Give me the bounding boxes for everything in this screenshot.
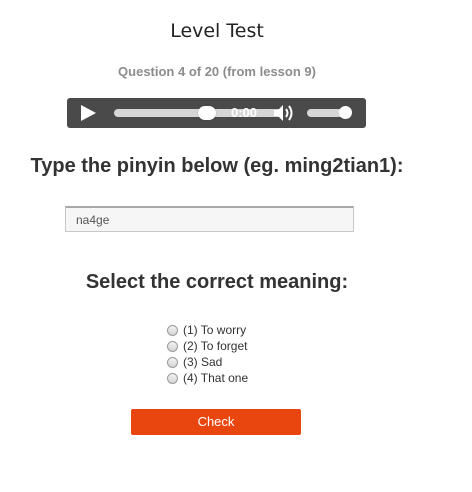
radio-button[interactable] [167,340,178,352]
volume-icon[interactable] [273,103,295,123]
audio-player: 0:00 [67,98,366,128]
option-4[interactable]: (4) That one [167,370,248,386]
radio-button[interactable] [167,372,178,384]
option-label: (4) That one [183,371,249,385]
time-display: 0:00 [231,105,258,120]
question-counter: Question 4 of 20 (from lesson 9) [118,64,316,79]
meaning-options: (1) To worry (2) To forget (3) Sad (4) T… [167,322,248,386]
radio-button[interactable] [167,324,178,336]
pinyin-input[interactable] [65,206,354,232]
option-3[interactable]: (3) Sad [167,354,248,370]
option-2[interactable]: (2) To forget [167,338,248,354]
radio-button[interactable] [167,356,178,368]
option-1[interactable]: (1) To worry [167,322,248,338]
option-label: (2) To forget [183,339,248,353]
option-label: (3) Sad [183,355,223,369]
check-button[interactable]: Check [131,409,301,435]
volume-knob[interactable] [339,106,352,119]
progress-knob[interactable] [198,106,216,120]
option-label: (1) To worry [183,323,247,337]
pinyin-heading: Type the pinyin below (eg. ming2tian1): [30,155,404,177]
play-icon[interactable] [81,105,96,121]
page-title: Level Test [170,20,264,42]
meaning-heading: Select the correct meaning: [85,271,349,293]
